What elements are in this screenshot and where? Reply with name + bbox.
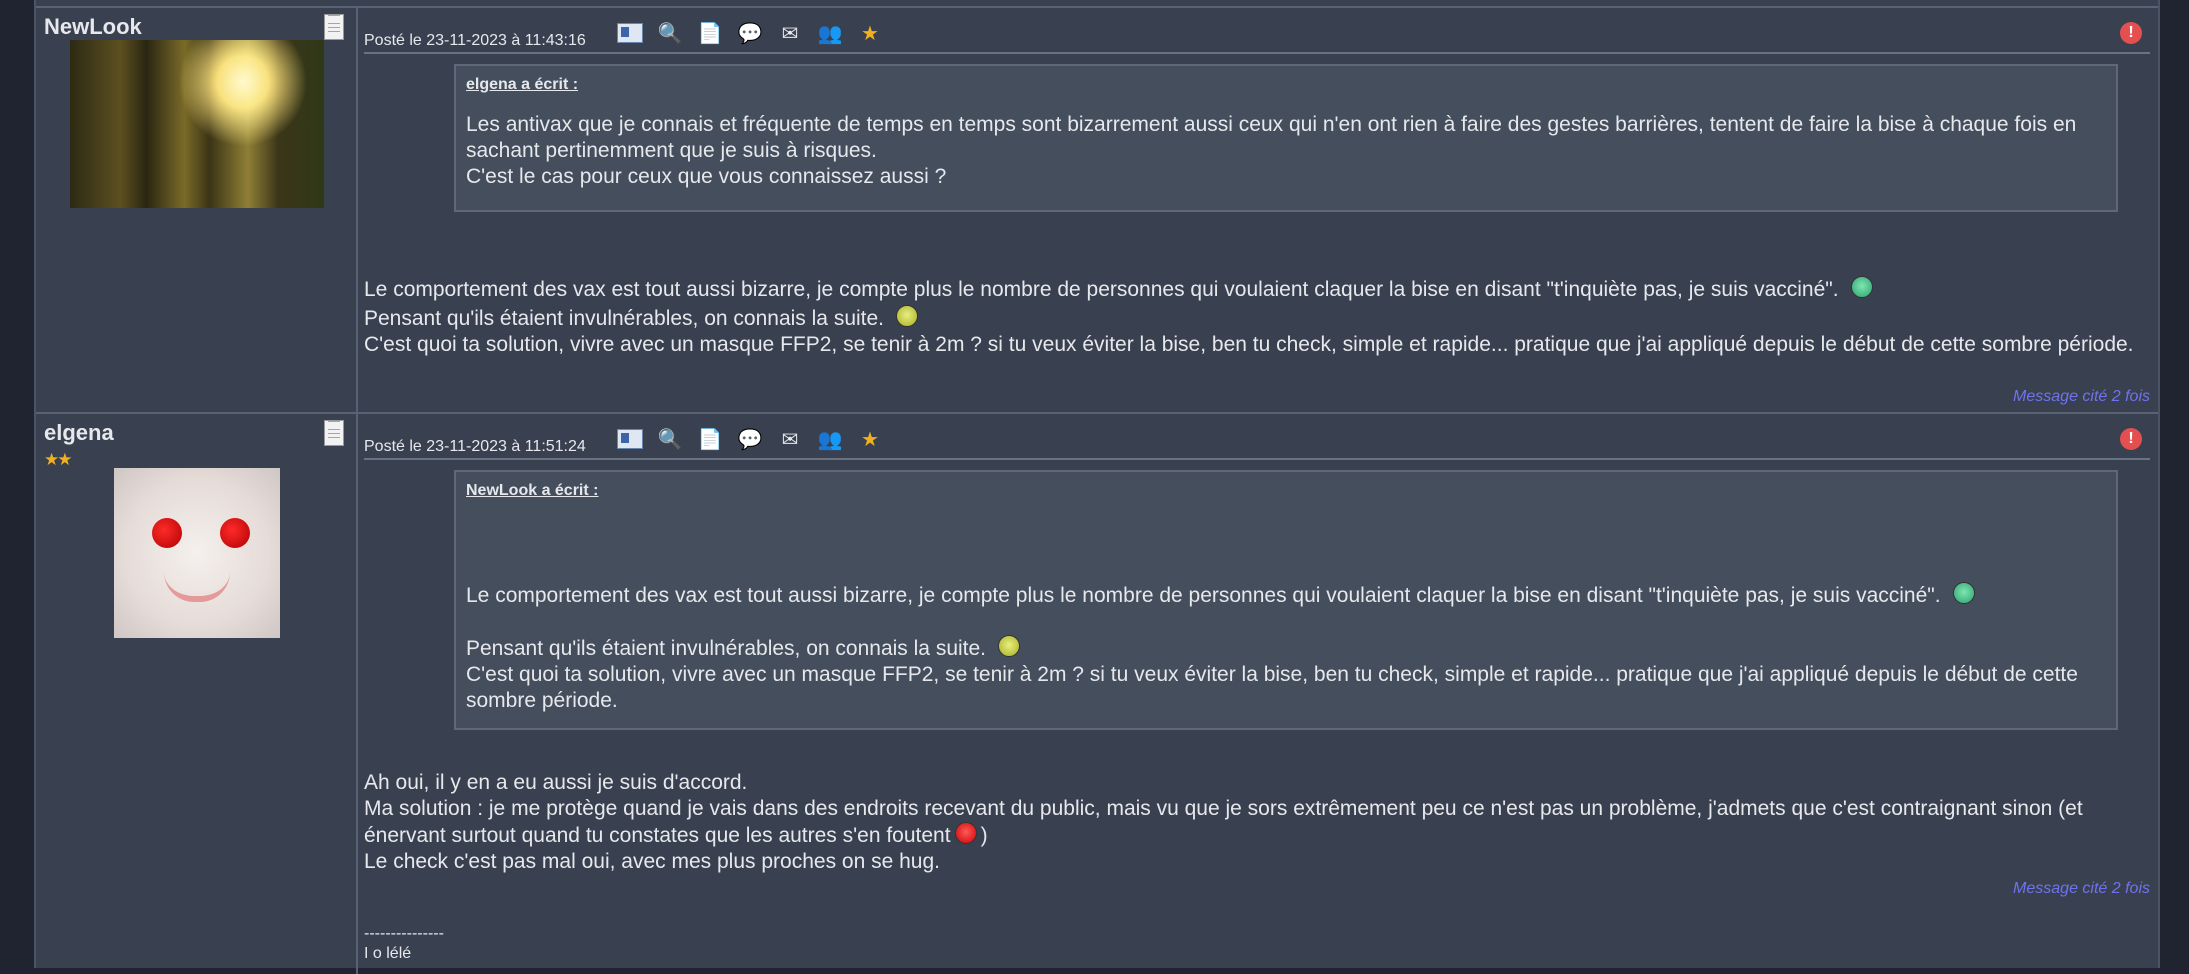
quote-author[interactable]: NewLook a écrit : xyxy=(466,482,2106,500)
post-header: Posté le 23-11-2023 à 11:51:24 🔍 📄 💬 ✉ 👥… xyxy=(364,418,2150,460)
post-toolbar: 🔍 📄 💬 ✉ 👥 ★ xyxy=(616,426,884,452)
private-message-icon[interactable]: 💬 xyxy=(736,426,764,452)
body-line: Le check c'est pas mal oui, avec mes plu… xyxy=(364,850,940,873)
body-line: C'est quoi ta solution, vivre avec un ma… xyxy=(364,333,2134,356)
post-toolbar: 🔍 📄 💬 ✉ 👥 ★ xyxy=(616,20,884,46)
post-content: Posté le 23-11-2023 à 11:43:16 🔍 📄 💬 ✉ 👥… xyxy=(364,8,2150,412)
view-icon[interactable]: 🔍 xyxy=(656,20,684,46)
forum-post: elgena ★★ Posté le 23-11-2023 à 11:51:24… xyxy=(36,414,2158,974)
add-icon[interactable]: 📄 xyxy=(696,20,724,46)
smiley-icon xyxy=(998,635,1021,657)
signature-line: --------------- xyxy=(364,925,444,942)
users-icon[interactable]: 👥 xyxy=(816,426,844,452)
author-panel: elgena ★★ xyxy=(36,414,358,974)
quote-line: Pensant qu'ils étaient invulnérables, on… xyxy=(466,635,2106,662)
profile-card-icon[interactable] xyxy=(616,20,644,46)
post-timestamp: Posté le 23-11-2023 à 11:43:16 xyxy=(364,32,586,49)
quote-line: C'est quoi ta solution, vivre avec un ma… xyxy=(466,663,2078,712)
quote-block: elgena a écrit : Les antivax que je conn… xyxy=(454,64,2118,212)
post-body: Le comportement des vax est tout aussi b… xyxy=(364,276,2150,358)
edit-icon[interactable]: ✉ xyxy=(776,20,804,46)
post-timestamp: Posté le 23-11-2023 à 11:51:24 xyxy=(364,438,586,455)
profile-card-icon[interactable] xyxy=(616,426,644,452)
quote-text: Les antivax que je connais et fréquente … xyxy=(466,112,2106,190)
quote-author[interactable]: elgena a écrit : xyxy=(466,76,2106,94)
quote-line: Les antivax que je connais et fréquente … xyxy=(466,113,2077,162)
body-line: Ma solution : je me protège quand je vai… xyxy=(364,797,2083,847)
signature: --------------- I o lélé xyxy=(364,924,444,964)
smiley-icon xyxy=(1952,582,1975,604)
angry-smiley-icon xyxy=(954,822,977,844)
report-icon[interactable]: ! xyxy=(2120,22,2142,44)
report-icon[interactable]: ! xyxy=(2120,428,2142,450)
favorite-star-icon[interactable]: ★ xyxy=(856,20,884,46)
forum-board: NewLook Posté le 23-11-2023 à 11:43:16 🔍… xyxy=(34,0,2160,974)
edit-icon[interactable]: ✉ xyxy=(776,426,804,452)
cited-count[interactable]: Message cité 2 fois xyxy=(2013,388,2150,406)
forum-post: NewLook Posté le 23-11-2023 à 11:43:16 🔍… xyxy=(36,8,2158,414)
add-icon[interactable]: 📄 xyxy=(696,426,724,452)
author-panel: NewLook xyxy=(36,8,358,412)
signature-line: I o lélé xyxy=(364,945,412,962)
quote-block: NewLook a écrit : Le comportement des va… xyxy=(454,470,2118,730)
post-content: Posté le 23-11-2023 à 11:51:24 🔍 📄 💬 ✉ 👥… xyxy=(364,414,2150,974)
favorite-star-icon[interactable]: ★ xyxy=(856,426,884,452)
avatar xyxy=(70,40,324,208)
body-line: Ah oui, il y en a eu aussi je suis d'acc… xyxy=(364,771,748,794)
quote-line: C'est le cas pour ceux que vous connaiss… xyxy=(466,165,947,188)
post-body: Ah oui, il y en a eu aussi je suis d'acc… xyxy=(364,770,2150,875)
body-line: Le comportement des vax est tout aussi b… xyxy=(364,276,2150,303)
quote-line: Le comportement des vax est tout aussi b… xyxy=(466,582,2106,609)
author-name[interactable]: elgena xyxy=(44,420,114,446)
quote-text: Le comportement des vax est tout aussi b… xyxy=(466,582,2106,714)
cited-count[interactable]: Message cité 2 fois xyxy=(2013,880,2150,898)
body-line: Pensant qu'ils étaient invulnérables, on… xyxy=(364,305,2150,332)
divider xyxy=(36,0,2158,8)
author-name[interactable]: NewLook xyxy=(44,14,142,40)
smiley-icon xyxy=(896,305,919,327)
private-message-icon[interactable]: 💬 xyxy=(736,20,764,46)
profile-page-icon[interactable] xyxy=(324,420,344,446)
profile-page-icon[interactable] xyxy=(324,14,344,40)
smiley-icon xyxy=(1850,276,1873,298)
view-icon[interactable]: 🔍 xyxy=(656,426,684,452)
avatar xyxy=(114,468,280,638)
post-header: Posté le 23-11-2023 à 11:43:16 🔍 📄 💬 ✉ 👥… xyxy=(364,12,2150,54)
users-icon[interactable]: 👥 xyxy=(816,20,844,46)
rank-stars: ★★ xyxy=(44,450,73,469)
